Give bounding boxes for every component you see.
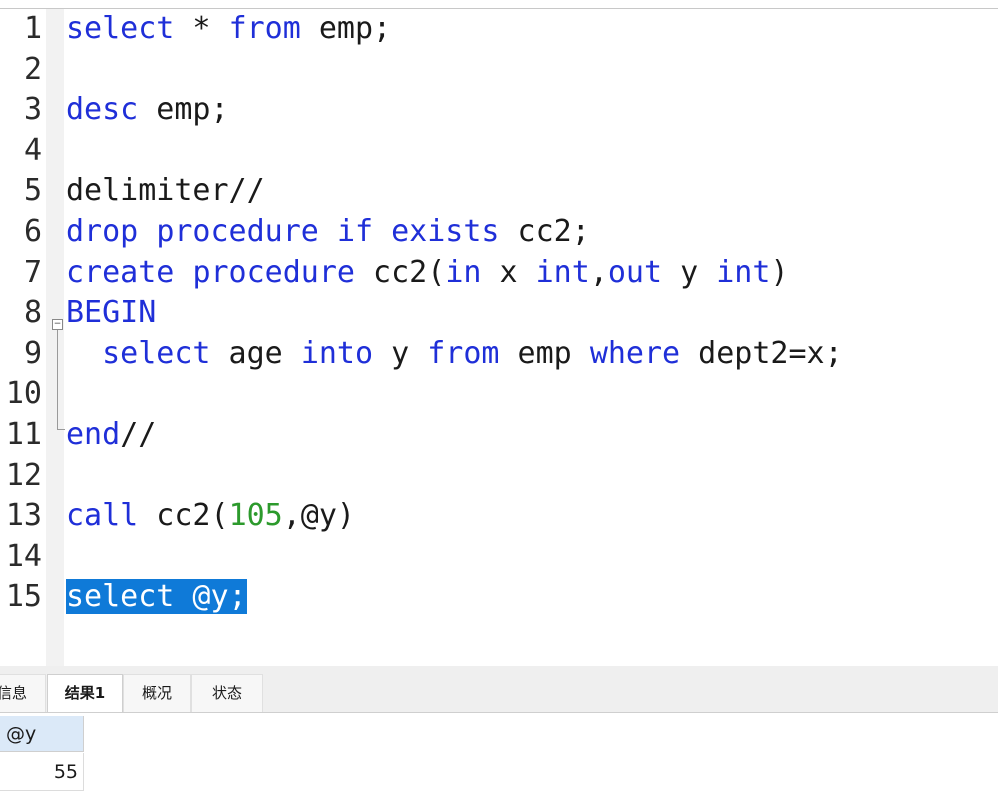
sql-keyword: BEGIN: [66, 295, 157, 331]
result-cell[interactable]: 55: [0, 753, 84, 791]
line-number: 15: [5, 579, 42, 615]
sql-keyword: create: [66, 254, 175, 290]
code-line: 9 select age into y from emp where dept2…: [0, 334, 998, 375]
sql-text: ): [770, 254, 789, 290]
tab-messages[interactable]: 信息: [0, 674, 46, 712]
code-line: 12: [0, 456, 998, 497]
code-text[interactable]: BEGIN: [66, 293, 156, 334]
result-grid: @y 55: [0, 713, 998, 803]
code-text[interactable]: call cc2(105,@y): [66, 496, 355, 537]
sql-text: x: [481, 254, 536, 290]
line-number: 8: [23, 295, 42, 331]
sql-keyword: exists: [391, 214, 500, 249]
tab-profile[interactable]: 概况: [123, 674, 191, 712]
sql-keyword: int: [716, 254, 771, 290]
code-line: 14: [0, 537, 998, 578]
line-number: 12: [5, 457, 42, 493]
sql-text: cc2;: [499, 214, 590, 249]
code-line: 5 delimiter//: [0, 171, 998, 212]
sql-text: //: [120, 417, 157, 452]
sql-text: emp;: [138, 92, 229, 128]
sql-text: emp;: [300, 11, 392, 46]
sql-keyword: call: [66, 498, 139, 534]
code-text[interactable]: delimiter//: [66, 171, 265, 212]
sql-keyword: procedure: [156, 214, 319, 249]
sql-keyword: into: [300, 335, 374, 371]
line-number: 3: [23, 92, 42, 128]
code-text[interactable]: select age into y from emp where dept2=x…: [66, 334, 843, 375]
sql-number: 105: [228, 498, 283, 534]
code-line: 1 select * from emp;: [0, 9, 998, 50]
code-line: 15 select @y;: [0, 577, 998, 618]
line-number: 10: [5, 376, 42, 412]
sql-text: cc2(: [138, 498, 229, 534]
sql-keyword: from: [228, 11, 301, 46]
code-text[interactable]: desc emp;: [66, 90, 229, 131]
sql-keyword: drop: [66, 214, 139, 249]
sql-keyword: from: [427, 335, 500, 371]
selected-text: select @y;: [66, 579, 247, 615]
result-tabs: 信息 结果1 概况 状态: [0, 666, 998, 713]
sql-keyword: int: [535, 254, 590, 290]
line-number: 2: [23, 51, 42, 87]
code-text[interactable]: end//: [66, 415, 156, 456]
sql-keyword: if: [336, 214, 374, 249]
sql-keyword: end: [66, 417, 121, 452]
code-line: 4: [0, 131, 998, 172]
line-number: 11: [5, 417, 42, 452]
line-number: 7: [23, 254, 42, 290]
fold-guide-line: [57, 330, 58, 429]
code-line: 10: [0, 374, 998, 415]
code-text[interactable]: select * from emp;: [66, 9, 391, 50]
sql-keyword: desc: [66, 92, 139, 128]
code-text[interactable]: drop procedure if exists cc2;: [66, 212, 590, 253]
line-number: 5: [23, 173, 42, 209]
code-line: 2: [0, 50, 998, 91]
sql-text: delimiter//: [66, 173, 265, 209]
line-number: 6: [23, 214, 42, 249]
line-number: 4: [23, 132, 42, 168]
sql-editor[interactable]: 1 select * from emp; 2 3 desc emp; 4 5 delimite…: [0, 9, 998, 666]
line-number: 1: [23, 11, 42, 46]
column-header[interactable]: @y: [0, 716, 84, 752]
line-number: 14: [5, 538, 42, 574]
code-line: 11 end//: [0, 415, 998, 456]
code-line: 7 create procedure cc2(in x int,out y int…: [0, 253, 998, 294]
line-number: 9: [23, 335, 42, 371]
code-text[interactable]: select @y;: [66, 577, 247, 618]
sql-text: cc2(: [355, 254, 446, 290]
tab-result-1[interactable]: 结果1: [47, 674, 123, 712]
fold-toggle-icon[interactable]: −: [52, 319, 63, 330]
sql-keyword: where: [589, 335, 681, 371]
editor-top-border: [0, 0, 998, 9]
sql-keyword: select: [66, 11, 175, 46]
sql-keyword: in: [445, 254, 482, 290]
tab-status[interactable]: 状态: [191, 674, 263, 712]
code-text[interactable]: create procedure cc2(in x int,out y int): [66, 253, 789, 294]
sql-text: ,: [589, 254, 608, 290]
sql-text: dept2=x;: [680, 335, 843, 371]
sql-keyword: select: [102, 335, 211, 371]
sql-keyword: procedure: [192, 254, 355, 290]
sql-text: y: [373, 335, 428, 371]
sql-text: emp: [499, 335, 590, 371]
code-line: 6 drop procedure if exists cc2;: [0, 212, 998, 253]
sql-text: *: [174, 11, 229, 46]
sql-keyword: out: [607, 254, 663, 290]
line-number: 13: [5, 498, 42, 534]
code-line: 8 BEGIN: [0, 293, 998, 334]
fold-guide-end: [57, 429, 65, 430]
sql-text: ,@y): [282, 498, 355, 534]
code-line: 13 call cc2(105,@y): [0, 496, 998, 537]
sql-text: age: [210, 335, 301, 371]
code-line: 3 desc emp;: [0, 90, 998, 131]
sql-text: y: [662, 254, 717, 290]
